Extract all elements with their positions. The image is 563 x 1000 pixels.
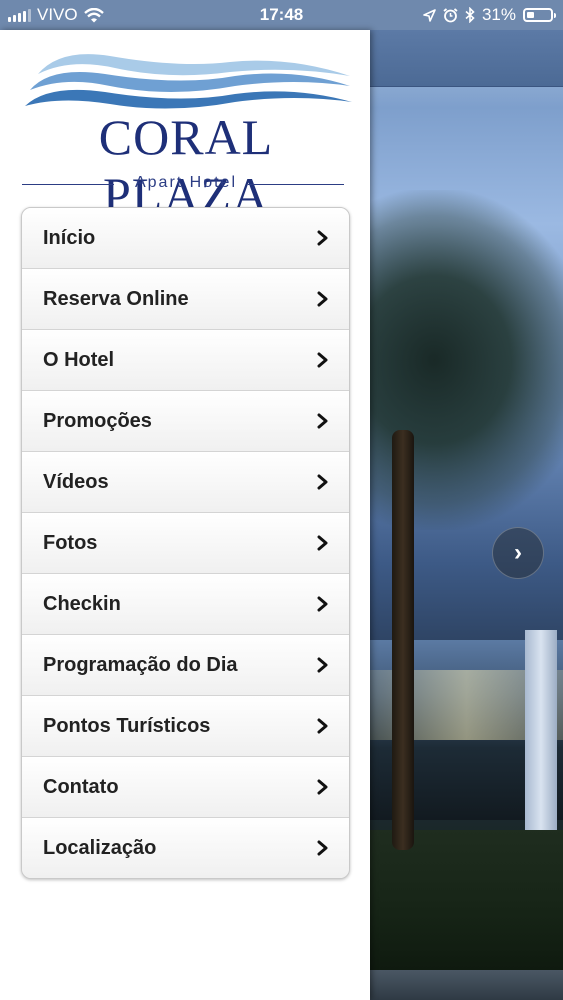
menu-item[interactable]: Vídeos	[22, 451, 349, 512]
side-drawer: CORAL PLAZA Apart Hotel Início Reserva On…	[0, 30, 370, 1000]
menu-item[interactable]: Reserva Online	[22, 268, 349, 329]
menu-item-label: Pontos Turísticos	[43, 715, 211, 737]
menu-item-label: Promoções	[43, 410, 152, 432]
alarm-icon	[443, 7, 458, 22]
slider-next-button[interactable]: ›	[492, 527, 544, 579]
menu-item-label: Vídeos	[43, 471, 109, 493]
menu-item-label: Início	[43, 227, 96, 249]
menu-item-label: Fotos	[43, 532, 98, 554]
menu-item[interactable]: Início	[22, 208, 349, 268]
chevron-right-icon	[317, 291, 328, 307]
menu-item-label: Checkin	[43, 593, 121, 615]
menu-item-label: Reserva Online	[43, 288, 189, 310]
menu-item[interactable]: Programação do Dia	[22, 634, 349, 695]
chevron-right-icon	[317, 779, 328, 795]
chevron-right-icon	[317, 413, 328, 429]
menu-item[interactable]: Promoções	[22, 390, 349, 451]
wave-logo-icon	[25, 54, 352, 109]
hotel-logo[interactable]: CORAL PLAZA Apart Hotel	[20, 46, 352, 223]
logo-subtitle: Apart Hotel	[134, 174, 238, 191]
menu-item-label: O Hotel	[43, 349, 115, 371]
menu-item[interactable]: Pontos Turísticos	[22, 695, 349, 756]
lawn	[370, 830, 563, 970]
logo-divider-right	[248, 184, 344, 185]
photo-footer-bar	[370, 970, 563, 1000]
battery-percent: 31%	[481, 5, 516, 24]
palm-trunk	[392, 430, 414, 850]
menu-item[interactable]: Checkin	[22, 573, 349, 634]
menu-item[interactable]: O Hotel	[22, 329, 349, 390]
status-right: 31%	[423, 5, 556, 25]
menu-item[interactable]: Localização	[22, 817, 349, 878]
menu-item-label: Programação do Dia	[43, 654, 238, 676]
building-pillar	[525, 630, 557, 830]
chevron-right-icon	[317, 230, 328, 246]
location-icon	[423, 8, 436, 22]
chevron-right-icon	[317, 718, 328, 734]
hero-photo: ›	[370, 30, 563, 1000]
menu-item-label: Localização	[43, 837, 157, 859]
logo-subtitle-row: Apart Hotel	[20, 174, 352, 194]
chevron-right-icon	[317, 535, 328, 551]
photo-header-bar	[370, 30, 563, 87]
chevron-right-icon	[317, 474, 328, 490]
menu-item-label: Contato	[43, 776, 119, 798]
navigation-menu: Início Reserva Online O Hotel Promoções Víde…	[21, 207, 350, 879]
battery-icon	[523, 8, 556, 22]
chevron-right-icon	[317, 352, 328, 368]
chevron-right-icon: ›	[514, 539, 522, 566]
bluetooth-icon	[465, 7, 475, 23]
menu-item[interactable]: Contato	[22, 756, 349, 817]
status-bar: VIVO 17:48 31%	[0, 0, 563, 30]
chevron-right-icon	[317, 840, 328, 856]
chevron-right-icon	[317, 596, 328, 612]
menu-item[interactable]: Fotos	[22, 512, 349, 573]
chevron-right-icon	[317, 657, 328, 673]
